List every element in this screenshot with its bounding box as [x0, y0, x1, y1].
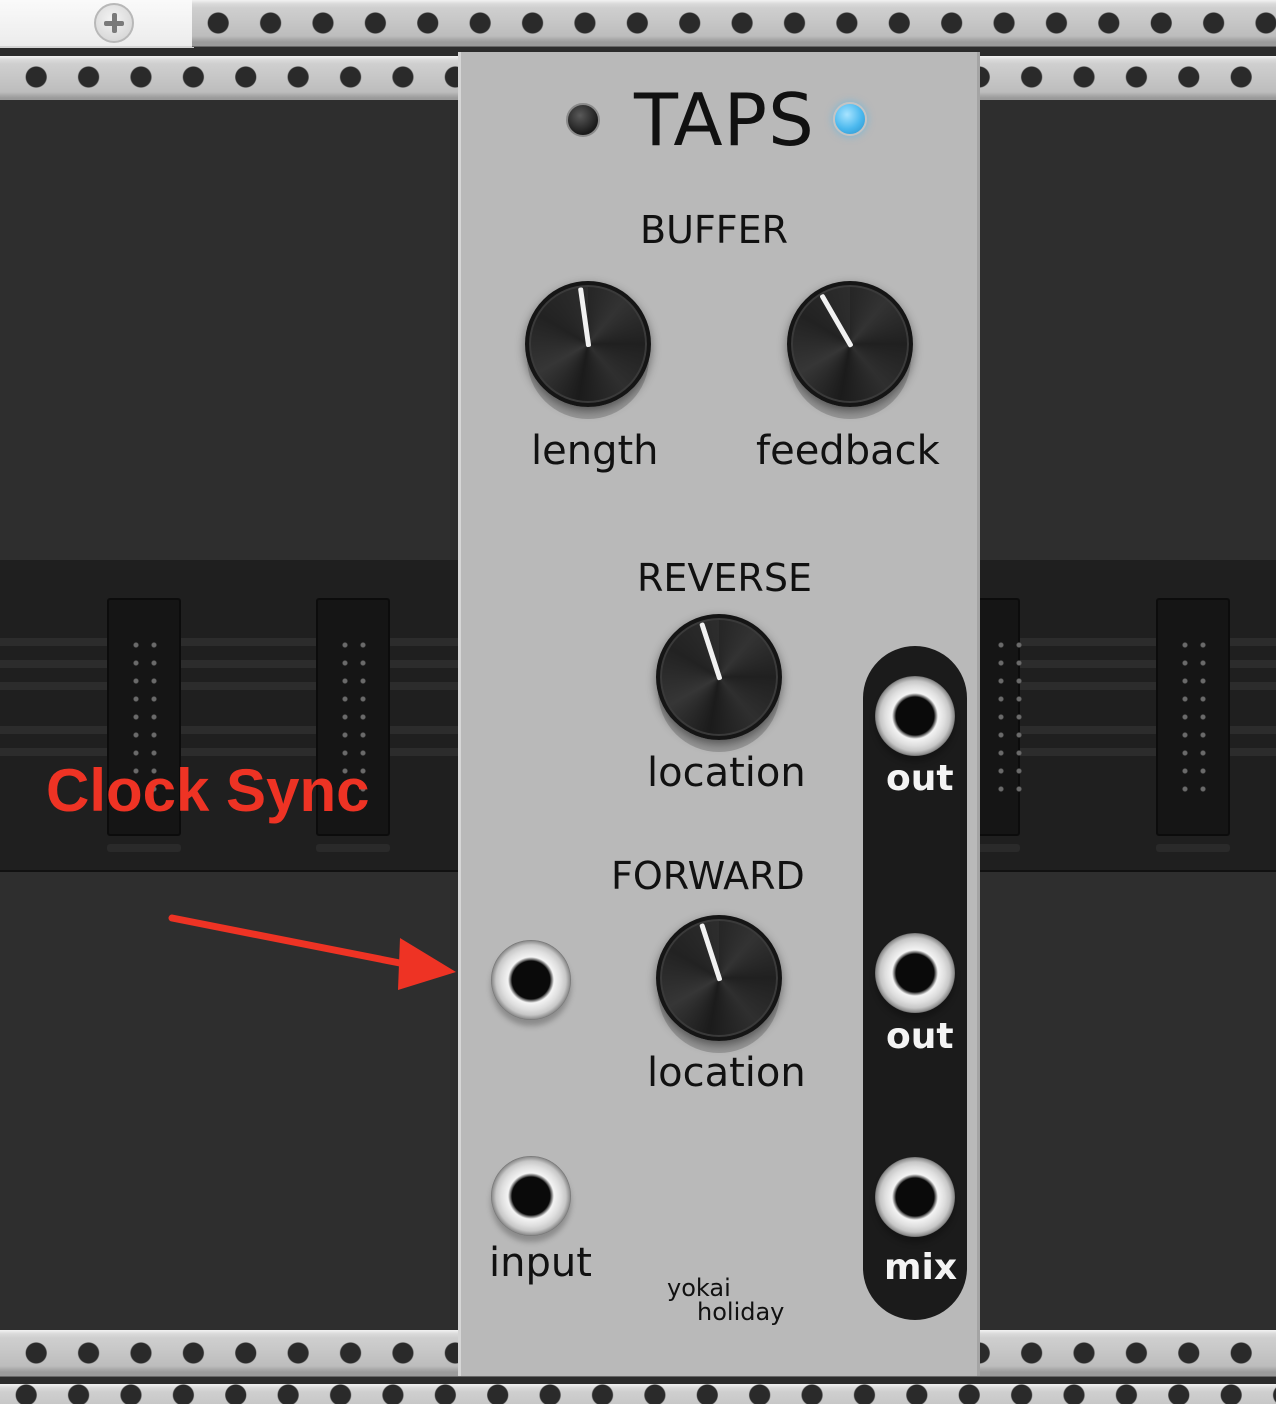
annotation-arrow-icon [168, 914, 456, 990]
